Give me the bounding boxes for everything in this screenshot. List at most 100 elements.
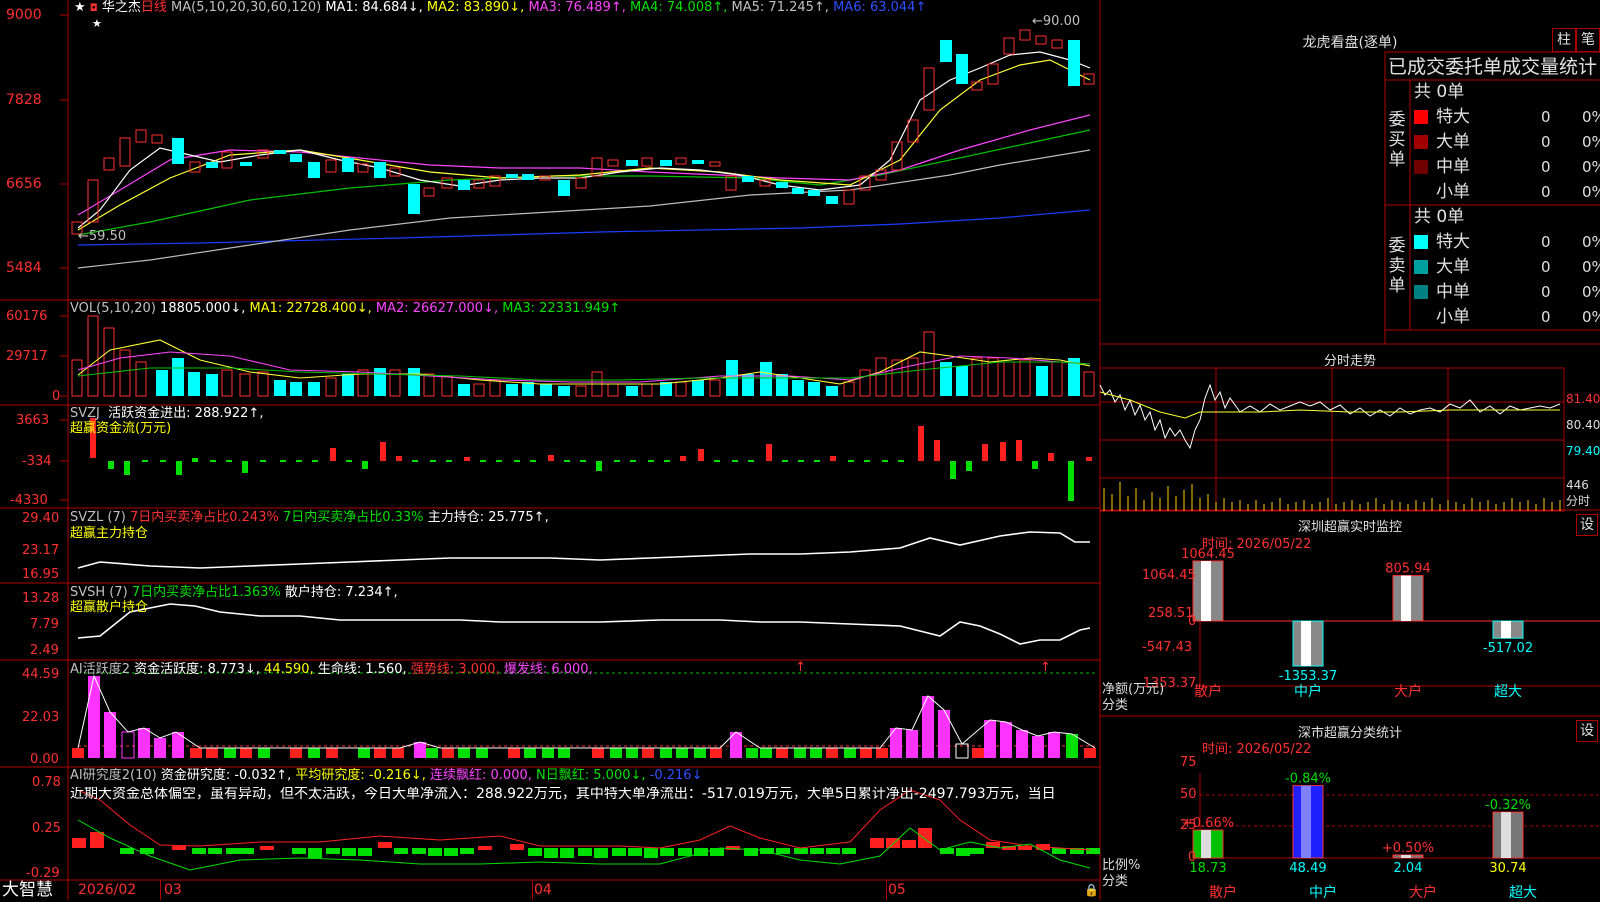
ma5-value: MA5: 71.245↑, [731,0,829,15]
ai1-strong-line: 强势线: 3.000, [410,662,500,677]
svzj-tick-1: -334 [22,454,52,469]
monitor-bar-0 [1192,560,1224,622]
ai2-name: AI研究度2(10) [70,768,157,783]
fenshi-title[interactable]: 分时走势 [1300,350,1400,369]
buy-count-2: 0 [1541,158,1551,176]
lock-icon[interactable]: 🔒 [1084,883,1099,898]
tick-mode-button[interactable]: 笔 [1576,28,1600,52]
svsh-holding: 散户持仓: 7.234↑, [284,585,398,600]
ai1-name: AI活跃度2 [70,662,130,677]
svzl-tick-2: 16.95 [22,567,60,582]
buy-pct-2: 0% [1582,158,1600,176]
y-tick-7828: 7828 [6,92,42,108]
monitor-bar-3 [1492,620,1524,639]
monitor-value-label-3: -517.02 [1483,641,1533,656]
svzl-header: SVZL (7) 7日内买卖净占比0.243% 7日内买卖净占比0.33% 主力… [70,510,549,525]
stock-name[interactable]: 华之杰 [102,0,141,15]
sell-pct-2: 0% [1582,283,1600,301]
classify-tick-0: 75 [1180,755,1197,770]
svsh-ratio: 7日内买卖净占比1.363% [131,585,281,600]
classify-change-2: +0.50% [1382,841,1434,856]
ai1-burst-line: 爆发线: 6.000, [503,662,593,677]
classify-title: 深市超赢分类统计 [1297,726,1402,741]
classify-tick-2: 25 [1180,818,1197,833]
svzl-title: 超赢主力持仓 [70,526,149,541]
svsh-title: 超赢散户持仓 [70,600,149,615]
ma6-value: MA6: 63.044↑ [833,0,927,15]
sell-row-1: 大单 0 0% [1414,255,1600,280]
svzj-value: 活跃资金进出: 288.922↑, [108,406,264,421]
flag-icon[interactable]: ◘ [90,3,98,14]
sell-count-0: 0 [1541,233,1551,251]
sell-rows: 特大 0 0% 大单 0 0% 中单 0 0% 小单 0 0% [1414,230,1600,330]
sell-count-1: 0 [1541,258,1551,276]
sell-pct-3: 0% [1582,308,1600,326]
ai2-header: AI研究度2(10) 资金研究度: -0.032↑, 平均研究度: -0.216… [70,768,702,783]
ai2-continuous-red: 连续飘红: 0.000, [430,768,532,783]
vol-tick-0: 60176 [6,309,48,324]
ai2-research: 资金研究度: -0.032↑, [160,768,292,783]
y-tick-9000: 9000 [6,7,42,23]
classify-value-2: 2.04 [1394,861,1423,876]
sell-pct-0: 0% [1582,233,1600,251]
classify-tick-1: 50 [1180,787,1197,802]
svzl-tick-0: 29.40 [22,511,60,526]
classify-value-3: 30.74 [1489,861,1526,876]
vol-ma3: MA3: 22331.949↑ [502,301,621,316]
monitor-value-label-2: 805.94 [1385,562,1431,577]
vol-header: VOL(5,10,20) 18805.000↓, MA1: 22728.400↓… [70,301,620,316]
buy-rows: 特大 0 0% 大单 0 0% 中单 0 0% 小单 0 0% [1414,105,1600,205]
buy-swatch-2 [1414,160,1428,174]
star-small-icon: ★ [92,17,102,30]
svzl-ratio-1: 7日内买卖净占比0.243% [129,510,279,525]
svsh-tick-0: 13.28 [22,591,60,606]
ai1-up-arrow-icon-2: ↑ [1040,660,1051,675]
buy-row-0: 特大 0 0% [1414,105,1600,130]
date-label-2: 04 [534,882,552,898]
buy-pct-0: 0% [1582,108,1600,126]
fenshi-tick-2: 79.40 [1566,444,1600,458]
ai2-tick-2: -0.29 [26,866,60,881]
monitor-category-1: 中户 [1294,683,1322,700]
monitor-tick-3: -547.43 [1142,640,1193,655]
svzl-name: SVZL (7) [70,510,126,525]
buy-row-2: 中单 0 0% [1414,155,1600,180]
vol-ma1: MA1: 22728.400↓, [249,301,372,316]
vol-value: 18805.000↓, [160,301,246,316]
sell-swatch-1 [1414,260,1428,274]
monitor-ylabel: 净额(万元) [1102,682,1165,697]
svzj-tick-2: -4330 [10,493,48,508]
buy-row-3: 小单 0 0% [1414,180,1600,205]
buy-row-1: 大单 0 0% [1414,130,1600,155]
buy-swatch-3 [1414,185,1428,199]
ma1-value: MA1: 84.684↓, [325,0,423,15]
monitor-category-0: 散户 [1194,683,1222,700]
vol-ma2: MA2: 26627.000↓, [375,301,499,316]
vol-params: VOL(5,10,20) [70,301,156,316]
brand-label[interactable]: 大智慧 [2,881,53,900]
monitor-bar-1 [1292,620,1324,667]
sell-label-3: 小单 [1436,307,1470,327]
monitor-settings-button[interactable]: 设 [1576,514,1598,536]
classify-bar-1 [1292,785,1324,859]
date-label-3: 05 [888,882,906,898]
period-label[interactable]: 日线 [141,0,167,15]
svsh-name: SVSH (7) [70,585,128,600]
ai2-n-day-red: N日飘红: 5.000↓, [536,768,646,783]
svzj-name: SVZJ [70,406,100,421]
classify-change-3: -0.32% [1485,798,1531,813]
classify-category-1: 中户 [1309,885,1337,901]
classify-category-2: 大户 [1409,885,1437,901]
classify-value-1: 48.49 [1289,861,1326,876]
star-icon[interactable]: ★ [74,0,86,15]
buy-swatch-0 [1414,110,1428,124]
ai1-tick-0: 44.59 [22,667,60,682]
buy-count-1: 0 [1541,133,1551,151]
bar-mode-button[interactable]: 柱 [1552,28,1576,52]
high-mark: ←90.00 [1032,14,1081,29]
y-tick-5484: 5484 [6,260,42,276]
date-label-1: 03 [164,882,182,898]
monitor-category-2: 大户 [1394,683,1422,700]
ai1-activity: 资金活跃度: 8.773↓, [134,662,260,677]
classify-settings-button[interactable]: 设 [1576,720,1598,742]
